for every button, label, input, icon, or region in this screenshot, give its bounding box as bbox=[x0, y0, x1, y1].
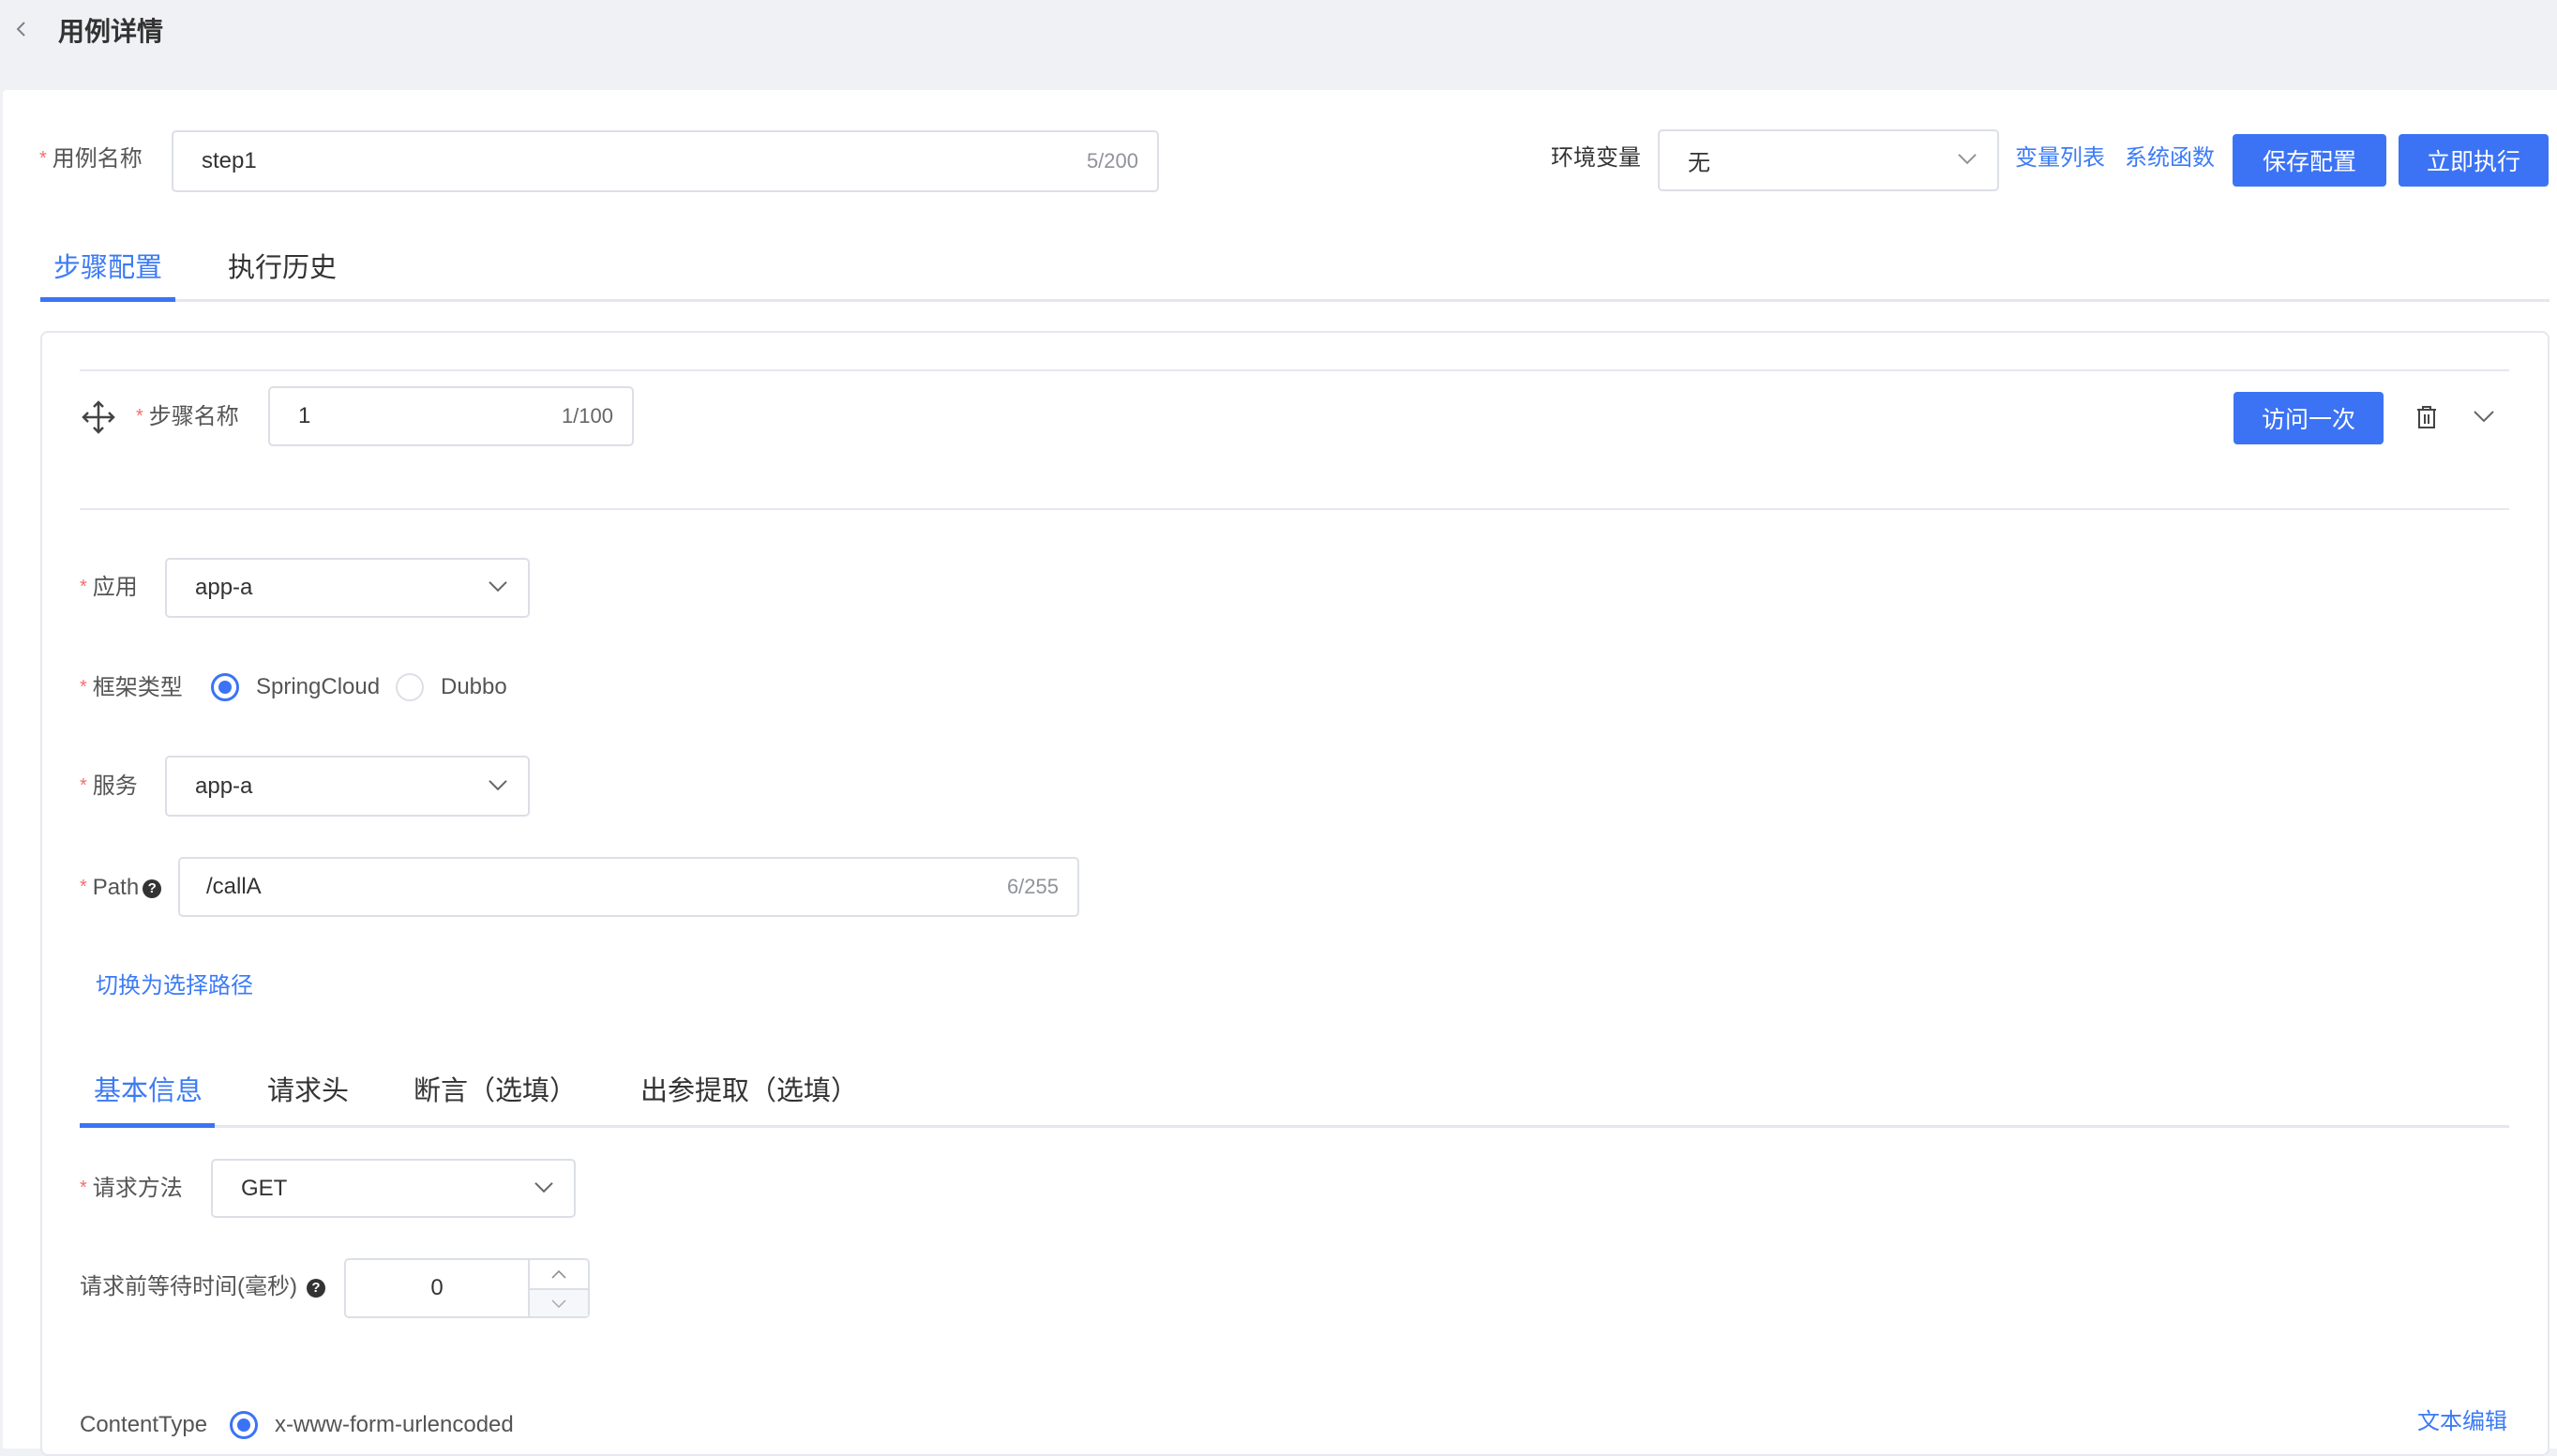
tab-basic-info[interactable]: 基本信息 bbox=[94, 1074, 203, 1108]
case-name-label: * 用例名称 bbox=[39, 144, 143, 173]
method-label-text: 请求方法 bbox=[92, 1176, 183, 1201]
chevron-down-icon bbox=[489, 779, 507, 790]
tab-request-headers[interactable]: 请求头 bbox=[267, 1074, 349, 1108]
chevron-up-icon bbox=[551, 1269, 566, 1279]
wait-time-label: 请求前等待时间(毫秒)? bbox=[80, 1273, 325, 1301]
app-value: app-a bbox=[195, 575, 253, 600]
tab-exec-history[interactable]: 执行历史 bbox=[228, 251, 337, 285]
method-label: * 请求方法 bbox=[80, 1174, 183, 1203]
case-name-value: step1 bbox=[202, 148, 257, 173]
step-name-label-text: 步骤名称 bbox=[148, 404, 239, 429]
tab-assertions[interactable]: 断言（选填） bbox=[414, 1074, 577, 1108]
dubbo-label[interactable]: Dubbo bbox=[441, 673, 507, 701]
springcloud-label[interactable]: SpringCloud bbox=[256, 673, 380, 701]
case-name-label-text: 用例名称 bbox=[52, 146, 143, 172]
service-value: app-a bbox=[195, 773, 253, 799]
step-name-counter: 1/100 bbox=[561, 404, 613, 428]
required-mark: * bbox=[39, 148, 47, 169]
required-mark: * bbox=[80, 775, 87, 796]
page-title: 用例详情 bbox=[58, 17, 164, 46]
execute-now-button[interactable]: 立即执行 bbox=[2399, 134, 2549, 187]
app-select[interactable]: app-a bbox=[165, 558, 530, 618]
divider bbox=[80, 508, 2509, 510]
required-mark: * bbox=[136, 406, 143, 427]
chevron-down-icon bbox=[1958, 154, 1977, 165]
sys-func-link[interactable]: 系统函数 bbox=[2125, 144, 2215, 173]
step-name-input[interactable]: 1 1/100 bbox=[268, 386, 634, 446]
framework-label: * 框架类型 bbox=[80, 673, 183, 702]
path-label: * Path? bbox=[80, 873, 162, 902]
method-value: GET bbox=[241, 1175, 288, 1201]
method-select[interactable]: GET bbox=[211, 1159, 576, 1218]
wait-time-stepper[interactable]: 0 bbox=[344, 1258, 590, 1318]
service-select[interactable]: app-a bbox=[165, 756, 530, 817]
var-list-link[interactable]: 变量列表 bbox=[2015, 144, 2105, 173]
required-mark: * bbox=[80, 677, 87, 698]
help-icon[interactable]: ? bbox=[306, 1279, 325, 1298]
switch-path-link[interactable]: 切换为选择路径 bbox=[96, 972, 253, 1000]
urlencoded-label[interactable]: x-www-form-urlencoded bbox=[275, 1411, 514, 1439]
tab-active-indicator bbox=[40, 297, 175, 302]
chevron-down-icon bbox=[551, 1298, 566, 1308]
text-edit-link[interactable]: 文本编辑 bbox=[2417, 1408, 2507, 1436]
step-name-label: * 步骤名称 bbox=[136, 402, 239, 431]
increment-button[interactable] bbox=[530, 1260, 588, 1288]
path-input[interactable]: /callA 6/255 bbox=[178, 857, 1079, 917]
main-tabs-bar bbox=[40, 298, 2549, 302]
env-var-value: 无 bbox=[1688, 150, 1710, 176]
urlencoded-radio[interactable] bbox=[230, 1411, 258, 1439]
required-mark: * bbox=[80, 1178, 87, 1198]
dubbo-radio[interactable] bbox=[396, 673, 424, 701]
path-value: /callA bbox=[206, 874, 262, 899]
page-header: 用例详情 bbox=[0, 0, 2557, 88]
required-mark: * bbox=[80, 577, 87, 597]
chevron-down-icon bbox=[534, 1181, 553, 1193]
path-counter: 6/255 bbox=[1006, 875, 1059, 898]
move-icon[interactable] bbox=[81, 399, 116, 440]
help-icon[interactable]: ? bbox=[143, 879, 162, 898]
step-name-value: 1 bbox=[298, 403, 311, 428]
visit-once-button[interactable]: 访问一次 bbox=[2234, 392, 2384, 444]
required-mark: * bbox=[80, 877, 87, 897]
service-label-text: 服务 bbox=[92, 773, 138, 799]
chevron-down-icon bbox=[489, 581, 507, 593]
app-label-text: 应用 bbox=[92, 575, 138, 600]
springcloud-radio[interactable] bbox=[211, 673, 239, 701]
wait-time-value[interactable]: 0 bbox=[346, 1275, 528, 1301]
save-config-button[interactable]: 保存配置 bbox=[2233, 134, 2386, 187]
content-type-label: ContentType bbox=[80, 1412, 208, 1437]
tab-step-config[interactable]: 步骤配置 bbox=[53, 251, 162, 285]
framework-label-text: 框架类型 bbox=[92, 675, 183, 700]
sub-tabs-bar bbox=[80, 1125, 2509, 1128]
decrement-button[interactable] bbox=[530, 1288, 588, 1316]
tab-output-extraction[interactable]: 出参提取（选填） bbox=[640, 1074, 858, 1108]
case-name-input[interactable]: step1 5/200 bbox=[172, 130, 1159, 192]
env-var-select[interactable]: 无 bbox=[1658, 129, 1999, 191]
trash-icon[interactable] bbox=[2415, 405, 2438, 434]
stepper-arrows bbox=[528, 1260, 588, 1316]
service-label: * 服务 bbox=[80, 772, 138, 801]
app-label: * 应用 bbox=[80, 573, 138, 602]
chevron-down-icon[interactable] bbox=[2474, 411, 2494, 428]
path-label-text: Path bbox=[92, 875, 140, 900]
divider bbox=[80, 369, 2509, 371]
env-var-label: 环境变量 bbox=[1551, 145, 1641, 171]
wait-time-label-text: 请求前等待时间(毫秒) bbox=[80, 1274, 297, 1299]
chevron-left-icon[interactable] bbox=[13, 21, 30, 38]
sub-tab-active-indicator bbox=[80, 1123, 215, 1128]
case-name-counter: 5/200 bbox=[1086, 149, 1138, 173]
